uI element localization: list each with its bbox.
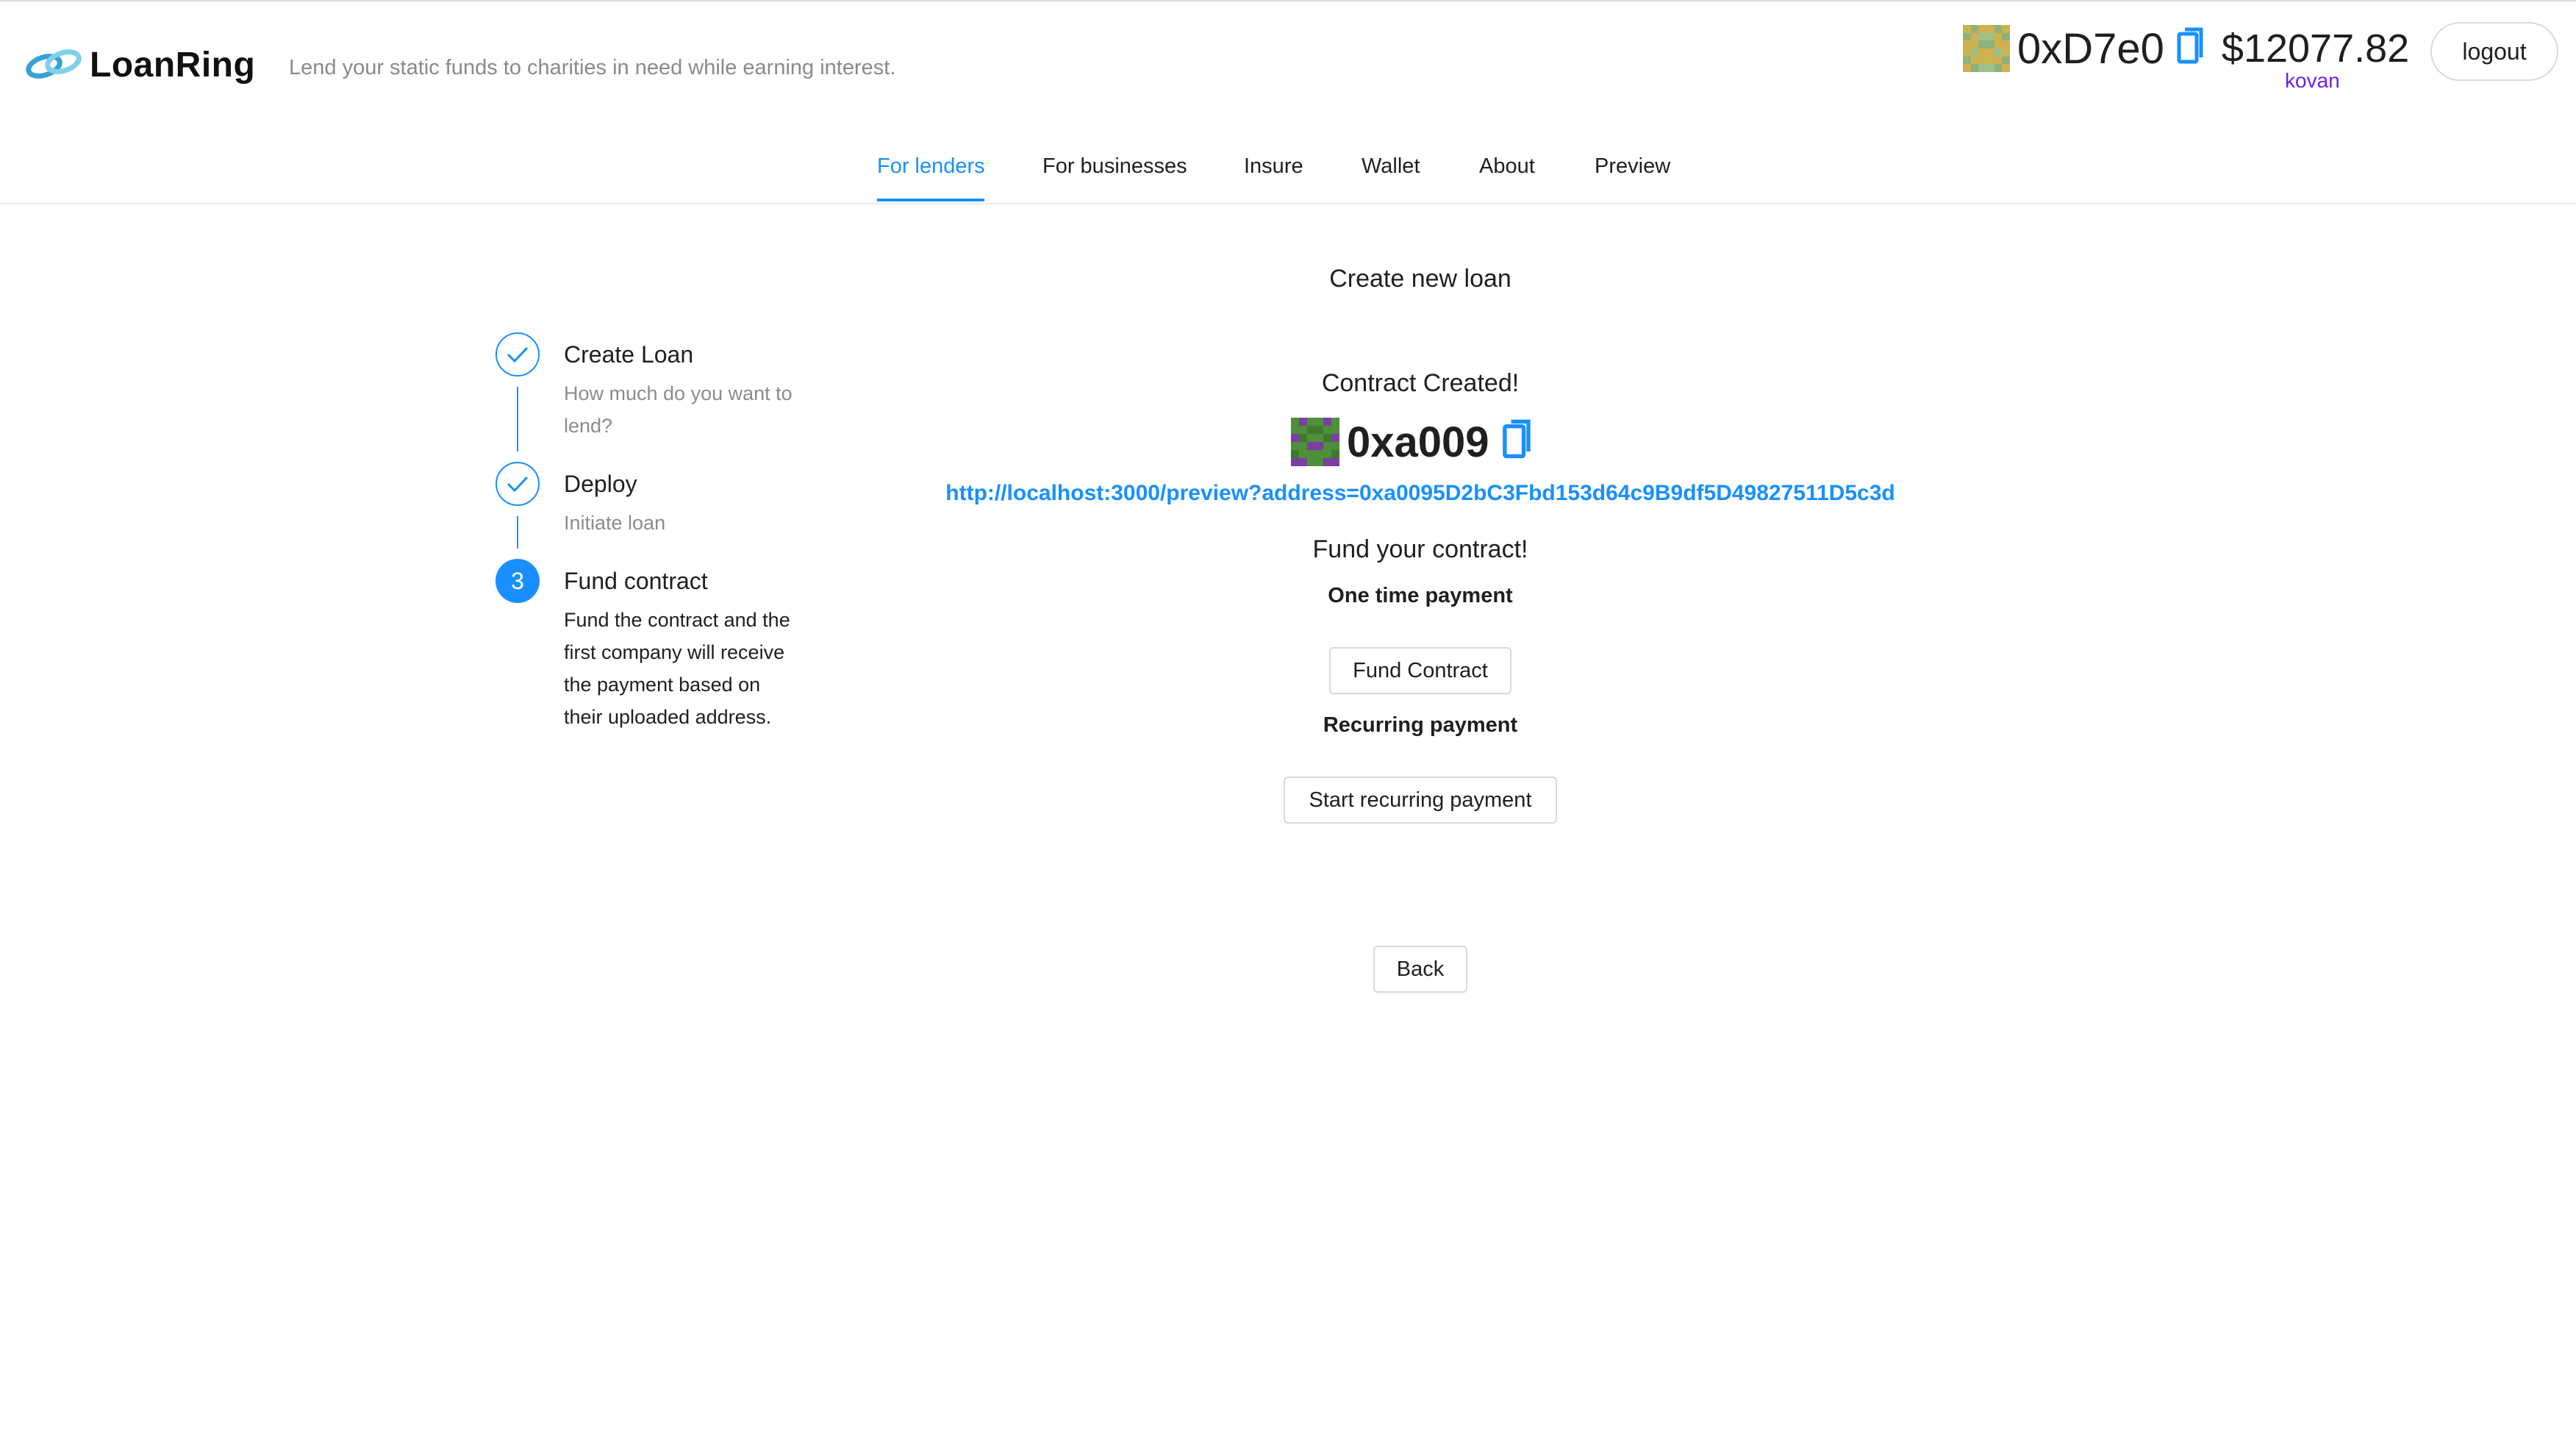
step-2-description: Initiate loan xyxy=(564,512,666,534)
start-recurring-payment-button[interactable]: Start recurring payment xyxy=(1284,777,1557,824)
step-2-title: Deploy xyxy=(564,471,637,497)
step-1-check-icon xyxy=(495,332,540,377)
contract-address-row: 0xa009 xyxy=(1291,416,1534,468)
copy-contract-icon[interactable] xyxy=(1501,418,1534,466)
contract-created-heading: Contract Created! xyxy=(1321,369,1520,397)
tab-for-businesses[interactable]: For businesses xyxy=(1042,154,1187,179)
tab-insure[interactable]: Insure xyxy=(1244,154,1303,179)
tab-preview[interactable]: Preview xyxy=(1595,154,1670,179)
page-title: Create new loan xyxy=(1329,265,1511,293)
account-address: 0xD7e0 xyxy=(2017,24,2164,73)
step-2-check-icon xyxy=(495,462,540,506)
step-3-number: 3 xyxy=(495,559,540,603)
logout-button[interactable]: logout xyxy=(2430,22,2558,81)
tab-about[interactable]: About xyxy=(1479,154,1535,179)
account-info: 0xD7e0 $12077.82 xyxy=(1963,19,2409,78)
copy-icon[interactable] xyxy=(2176,26,2205,71)
active-tab-indicator xyxy=(877,199,984,201)
step-1-description: How much do you want to lend? xyxy=(564,382,793,437)
contract-address: 0xa009 xyxy=(1347,418,1489,466)
contract-identicon xyxy=(1291,418,1339,466)
logo-text: LoanRing xyxy=(90,45,256,85)
tab-for-lenders[interactable]: For lenders xyxy=(877,154,985,179)
step-connector-2 xyxy=(517,516,518,549)
account-balance: $12077.82 xyxy=(2221,26,2410,71)
step-3-title: Fund contract xyxy=(564,568,708,594)
fund-contract-button[interactable]: Fund Contract xyxy=(1329,647,1511,694)
main-nav: For lenders For businesses Insure Wallet… xyxy=(0,144,2576,204)
step-connector-1 xyxy=(517,387,518,452)
top-border xyxy=(0,0,2576,1)
network-label: kovan xyxy=(2285,69,2340,92)
step-1-title: Create Loan xyxy=(564,341,694,368)
account-identicon xyxy=(1963,25,2010,72)
fund-heading: Fund your contract! xyxy=(1312,535,1528,563)
recurring-payment-label: Recurring payment xyxy=(1323,713,1518,737)
one-time-payment-label: One time payment xyxy=(1328,584,1513,607)
tab-wallet[interactable]: Wallet xyxy=(1362,154,1420,179)
logo[interactable]: LoanRing xyxy=(24,44,255,85)
loanring-logo-icon xyxy=(26,49,82,79)
step-3-description: Fund the contract and the first company … xyxy=(564,609,790,728)
tagline: Lend your static funds to charities in n… xyxy=(289,56,896,79)
preview-link[interactable]: http://localhost:3000/preview?address=0x… xyxy=(945,481,1895,506)
back-button[interactable]: Back xyxy=(1373,946,1467,993)
